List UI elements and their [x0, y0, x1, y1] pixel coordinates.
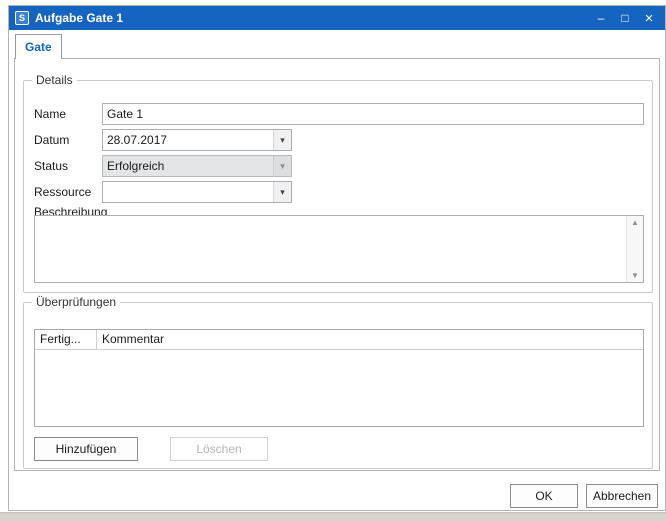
window-title: Aufgabe Gate 1	[35, 11, 585, 25]
cancel-button[interactable]: Abbrechen	[586, 484, 658, 508]
datum-value: 28.07.2017	[103, 130, 273, 150]
column-header-kommentar[interactable]: Kommentar	[97, 330, 643, 349]
column-header-fertig[interactable]: Fertig...	[35, 330, 97, 349]
checks-table-header: Fertig... Kommentar	[35, 330, 643, 350]
cancel-button-label: Abbrechen	[593, 489, 651, 503]
beschreibung-field: ▲ ▼	[34, 215, 644, 283]
beschreibung-textarea[interactable]	[35, 216, 626, 282]
window-controls: – □ ×	[591, 9, 659, 27]
titlebar[interactable]: S Aufgabe Gate 1 – □ ×	[9, 6, 665, 30]
ok-button-label: OK	[535, 489, 552, 503]
status-value: Erfolgreich	[103, 156, 273, 176]
textarea-scrollbar[interactable]: ▲ ▼	[626, 216, 643, 282]
maximize-button[interactable]: □	[615, 9, 635, 27]
add-button[interactable]: Hinzufügen	[34, 437, 138, 461]
minimize-icon: –	[598, 12, 605, 24]
ok-button[interactable]: OK	[510, 484, 578, 508]
app-icon[interactable]: S	[15, 11, 29, 25]
name-input[interactable]	[102, 103, 644, 125]
datum-label: Datum	[34, 129, 100, 151]
tab-gate-label: Gate	[25, 40, 52, 54]
datum-dropdown-button[interactable]: ▾	[273, 130, 291, 150]
ressource-combobox[interactable]: ▾	[102, 181, 292, 203]
delete-button: Löschen	[170, 437, 268, 461]
checks-table: Fertig... Kommentar	[34, 329, 644, 427]
close-button[interactable]: ×	[639, 9, 659, 27]
status-combobox: Erfolgreich ▾	[102, 155, 292, 177]
details-group: Details Name Datum 28.07.2017 ▾ Status E…	[23, 80, 653, 293]
dialog-window: S Aufgabe Gate 1 – □ × Gate Details	[8, 5, 666, 511]
chevron-down-icon: ▾	[280, 187, 285, 198]
checks-legend: Überprüfungen	[32, 295, 120, 309]
status-dropdown-button: ▾	[273, 156, 291, 176]
desktop-strip	[0, 512, 666, 521]
scroll-up-icon[interactable]: ▲	[631, 218, 639, 227]
ressource-label: Ressource	[34, 181, 100, 203]
ressource-dropdown-button[interactable]: ▾	[273, 182, 291, 202]
checks-table-body	[35, 350, 643, 426]
ressource-value	[103, 182, 273, 202]
minimize-button[interactable]: –	[591, 9, 611, 27]
name-label: Name	[34, 103, 100, 125]
screen: S Aufgabe Gate 1 – □ × Gate Details	[0, 0, 666, 521]
details-legend: Details	[32, 73, 77, 87]
tab-panel: Details Name Datum 28.07.2017 ▾ Status E…	[14, 58, 660, 471]
datum-combobox[interactable]: 28.07.2017 ▾	[102, 129, 292, 151]
tab-gate[interactable]: Gate	[15, 34, 62, 59]
checks-group: Überprüfungen Fertig... Kommentar Hinzuf…	[23, 302, 653, 469]
close-icon: ×	[645, 11, 654, 26]
add-button-label: Hinzufügen	[56, 442, 117, 456]
chevron-down-icon: ▾	[280, 161, 285, 172]
maximize-icon: □	[621, 12, 628, 24]
chevron-down-icon: ▾	[280, 135, 285, 146]
delete-button-label: Löschen	[196, 442, 241, 456]
status-label: Status	[34, 155, 100, 177]
scroll-down-icon[interactable]: ▼	[631, 271, 639, 280]
